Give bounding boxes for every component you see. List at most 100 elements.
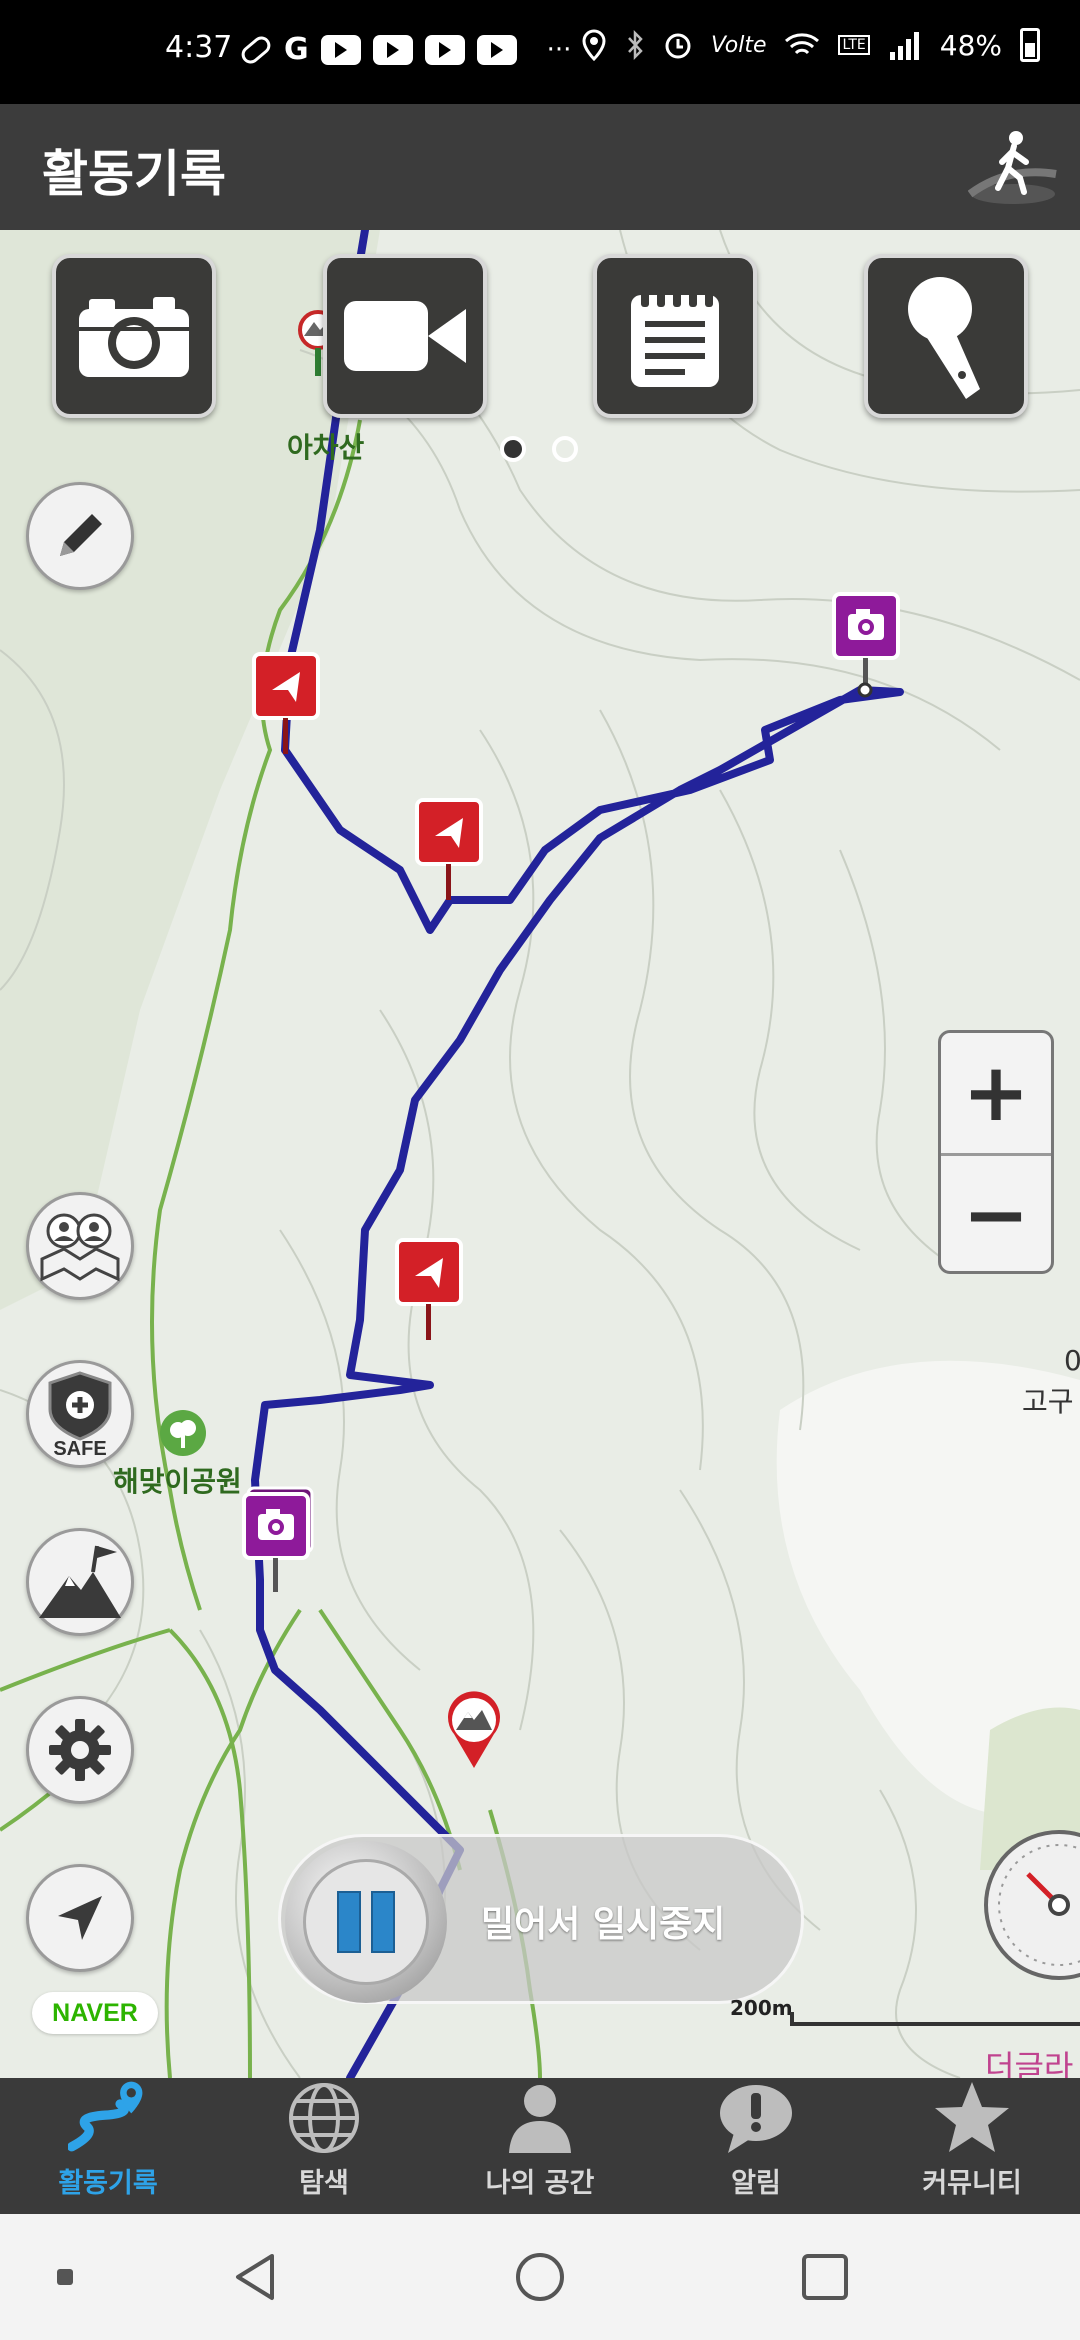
notepad-icon [631,285,719,387]
pause-slider-label: 밀어서 일시중지 [481,1904,726,1945]
locate-me-button[interactable] [26,1864,134,1972]
back-icon [236,2254,274,2300]
nav-community[interactable]: 커뮤니티 [864,2078,1080,2214]
map-canvas [0,230,1080,2078]
location-icon [582,29,606,61]
map-label-park: 해맞이공원 [113,1465,242,1498]
wifi-icon [785,33,820,55]
map-scale: 200m [730,1996,1080,2036]
pause-slider[interactable]: 밀어서 일시중지 [278,1834,804,2004]
nav-label: 활동기록 [58,2168,158,2199]
notification-icons: G ··· [237,32,572,67]
map-label-peak: 아차산 [287,431,365,464]
system-icons: Volte LTE 48% [581,28,1040,62]
system-nav-bar [0,2214,1080,2340]
safe-shield-icon: SAFE [48,1371,112,1459]
page-dot[interactable] [552,436,578,462]
zoom-in-label: + [962,1046,1030,1139]
naver-logo: NAVER [32,1992,158,2034]
battery-percent: 48% [939,28,1002,62]
current-location-marker[interactable] [444,1690,504,1770]
alarm-icon [665,33,691,59]
globe-icon [289,2082,359,2153]
nav-label: 탐색 [299,2168,349,2199]
camera-icon [79,297,189,377]
page-title: 활동기록 [42,145,226,203]
home-circle-icon [516,2253,564,2301]
app-header: 활동기록 [0,104,1080,230]
waypoint-marker-2[interactable] [413,796,485,906]
youtube-icon [320,34,361,65]
person-icon [509,2084,571,2153]
waypoint-marker-1[interactable] [250,650,322,760]
video-camera-icon [344,301,466,371]
photo-marker-1[interactable] [830,590,902,700]
activity-route-icon [68,2081,143,2152]
gauge-needle-icon [998,1844,1080,1966]
nav-label: 나의 공간 [485,2168,595,2199]
share-map-button[interactable] [26,1192,134,1300]
nav-activity[interactable]: 활동기록 [0,2078,216,2214]
star-icon [935,2081,1009,2152]
page-indicator [500,436,578,462]
memo-button[interactable] [593,254,757,418]
recents-button[interactable] [790,2214,860,2340]
more-notifications-icon: ··· [546,34,572,65]
zoom-control: + − [938,1030,1054,1274]
safe-button[interactable]: SAFE [26,1360,134,1468]
volte-label: Volte [710,32,767,58]
mountain-flag-icon [39,1545,121,1618]
recents-square-icon [802,2254,848,2300]
youtube-icon [476,34,517,65]
settings-button[interactable] [26,1696,134,1804]
pause-knob[interactable] [285,1841,447,2003]
back-button[interactable] [220,2214,290,2340]
nav-label: 알림 [731,2168,781,2199]
home-button[interactable] [505,2214,575,2340]
nav-explore[interactable]: 탐색 [216,2078,432,2214]
menu-dot-icon [57,2269,73,2285]
navigation-arrow-icon [58,1896,102,1940]
signal-icon [889,32,919,60]
gear-icon [49,1719,111,1781]
video-button[interactable] [323,254,487,418]
hiker-icon[interactable] [968,126,1058,210]
pill-icon [237,32,275,67]
battery-icon [1020,28,1040,62]
bottom-nav: 활동기록 탐색 나의 공간 알림 커뮤니티 [0,2078,1080,2214]
nav-my-space[interactable]: 나의 공간 [432,2078,648,2214]
alert-bubble-icon [720,2084,792,2153]
edit-button[interactable] [26,482,134,590]
park-tree-icon [160,1410,206,1456]
photo-marker-2[interactable] [240,1486,316,1596]
recent-menu-button[interactable] [50,2214,80,2340]
app-g-icon: G [284,32,309,67]
map-view[interactable]: 아차산 해맞이공원 0 고구 SAFE + − 밀어서 일시중지 NAVER 2… [0,230,1080,2078]
zoom-out-button[interactable]: − [941,1153,1051,1271]
pencil-icon [60,514,102,556]
map-label-corner: 더글라스 [985,2048,1074,2078]
page-dot-active[interactable] [500,436,526,462]
voice-button[interactable] [864,254,1028,418]
bluetooth-icon [628,29,643,61]
lte-label: LTE [838,35,870,55]
zoom-out-label: − [962,1167,1030,1261]
status-bar: 4:37 G ··· Volte LTE 48% [0,0,1080,104]
microphone-icon [908,277,980,399]
map-label-right-num: 0 [1064,1344,1080,1377]
scale-bar [790,2012,1080,2026]
zoom-in-button[interactable]: + [941,1033,1051,1153]
compass-gauge[interactable] [984,1830,1080,1980]
youtube-icon [372,34,413,65]
summit-button[interactable] [26,1528,134,1636]
safe-label: SAFE [53,1438,106,1459]
camera-button[interactable] [52,254,216,418]
nav-label: 커뮤니티 [922,2168,1022,2199]
youtube-icon [424,34,465,65]
scale-label: 200m [730,1996,793,2020]
map-label-right: 고구 [1022,1385,1074,1418]
status-time: 4:37 [165,30,233,65]
users-map-icon [40,1213,120,1282]
waypoint-marker-3[interactable] [393,1236,465,1346]
nav-alerts[interactable]: 알림 [648,2078,864,2214]
